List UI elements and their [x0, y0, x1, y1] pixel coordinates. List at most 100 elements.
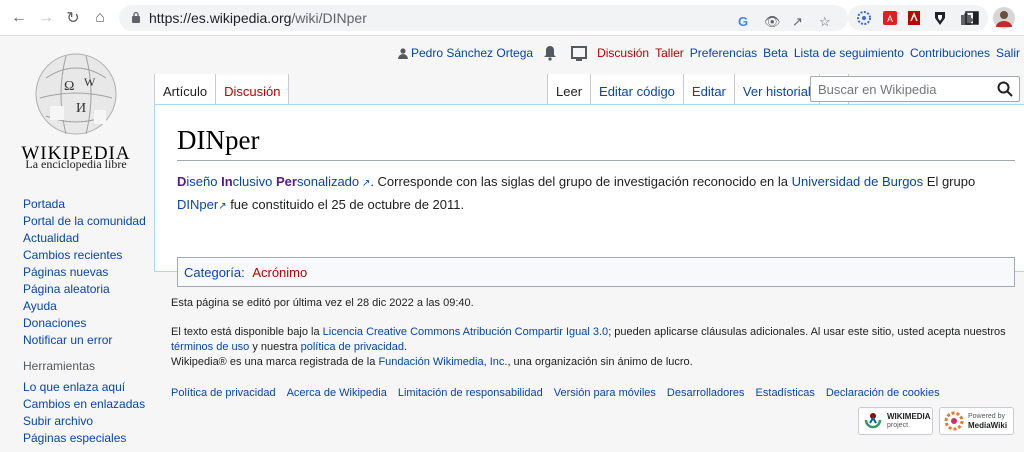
logout-link[interactable]: Salir [996, 46, 1020, 60]
badge1-subtitle: project [887, 422, 909, 429]
license-link[interactable]: Licencia Creative Commons Atribución Com… [323, 326, 609, 338]
wikimedia-foundation-link[interactable]: Fundación Wikimedia, Inc. [378, 356, 507, 368]
sidebar-item-cambios-recientes[interactable]: Cambios recientes [23, 247, 146, 264]
watchlist-link[interactable]: Lista de seguimiento [794, 46, 904, 60]
contributions-link[interactable]: Contribuciones [910, 46, 990, 60]
external-link-icon: ↗ [218, 201, 227, 212]
sidebar-item-portal-comunidad[interactable]: Portal de la comunidad [23, 213, 146, 230]
sidebar-item-donaciones[interactable]: Donaciones [23, 315, 146, 332]
wikipedia-globe-icon[interactable]: Ω W И [26, 48, 126, 140]
google-icon[interactable]: G [738, 14, 748, 29]
sidebar-item-portada[interactable]: Portada [23, 196, 146, 213]
powered-by-mediawiki-badge[interactable]: Powered by MediaWiki [939, 407, 1014, 435]
sidebar-item-paginas-especiales[interactable]: Páginas especiales [23, 430, 146, 447]
lock-icon [132, 11, 140, 23]
pdf-extension-icon[interactable]: A [882, 10, 898, 26]
acrobat-icon[interactable] [906, 10, 922, 26]
article-content: DINper Diseño Inclusivo Personalizado ↗.… [154, 104, 1024, 287]
svg-text:Ω: Ω [64, 79, 74, 94]
sidebar-item-ayuda[interactable]: Ayuda [23, 298, 146, 315]
svg-text:И: И [76, 101, 86, 116]
acronym-external-link[interactable]: Diseño Inclusivo Personalizado [177, 174, 359, 189]
extension-gear-icon[interactable] [856, 10, 872, 26]
wikipedia-page: Ω W И WIKIPEDIA La enciclopedia libre Pe… [0, 36, 1024, 452]
shield-extension-icon[interactable] [932, 10, 948, 26]
footer-badges: WIKIMEDIA project Powered by MediaWiki [858, 407, 1014, 435]
view-tabs: Leer Editar código Editar Ver historial … [547, 74, 850, 104]
acronym-letter-per: Per [276, 174, 297, 189]
footer-link-mobile[interactable]: Versión para móviles [554, 386, 656, 401]
footer-link-cookies[interactable]: Declaración de cookies [826, 386, 940, 401]
category-label-link[interactable]: Categoría: [184, 265, 245, 280]
paragraph-text-2: El grupo [923, 174, 976, 189]
article-paragraph: Diseño Inclusivo Personalizado ↗ . Corres… [177, 171, 1017, 217]
tab-leer[interactable]: Leer [547, 74, 591, 104]
wikimedia-project-badge[interactable]: WIKIMEDIA project [858, 407, 933, 435]
trademark-text-2: , una organización sin ánimo de lucro. [507, 356, 693, 368]
notifications-bell-icon[interactable] [543, 45, 557, 61]
sidebar: Portada Portal de la comunidad Actualida… [23, 196, 146, 447]
user-icon [398, 47, 408, 59]
footer-link-privacy[interactable]: Política de privacidad [171, 386, 276, 401]
search-icon[interactable] [997, 81, 1013, 97]
dinper-external-link[interactable]: DINper [177, 197, 218, 212]
terms-link[interactable]: términos de uso [171, 341, 249, 353]
footer-trademark: Wikipedia® es una marca registrada de la… [171, 355, 1021, 370]
paragraph-text-3: fue constituido el 25 de octubre de 2011… [226, 197, 465, 212]
profile-avatar[interactable] [993, 7, 1015, 29]
sandbox-link[interactable]: Taller [655, 46, 684, 60]
tab-editar[interactable]: Editar [682, 74, 734, 104]
inbox-tray-icon[interactable] [571, 45, 588, 61]
footer-link-stats[interactable]: Estadísticas [756, 386, 815, 401]
wikipedia-tagline: La enciclopedia libre [25, 157, 127, 171]
sidebar-item-cambios-enlazadas[interactable]: Cambios en enlazadas [23, 396, 146, 413]
reload-icon[interactable]: ↻ [62, 7, 84, 29]
footer-link-about[interactable]: Acerca de Wikipedia [287, 386, 387, 401]
page-title: DINper [177, 125, 1015, 161]
side-panel-icon[interactable] [965, 11, 979, 25]
beta-link[interactable]: Beta [763, 46, 788, 60]
user-page-link[interactable]: Pedro Sánchez Ortega [411, 46, 533, 60]
personal-tools: Pedro Sánchez Ortega Discusión Taller Pr… [398, 45, 1020, 61]
acronym-letter-d: D [177, 174, 187, 189]
tab-ver-historial[interactable]: Ver historial [733, 74, 819, 104]
preferences-link[interactable]: Preferencias [690, 46, 757, 60]
tab-editar-codigo[interactable]: Editar código [590, 74, 683, 104]
footer-link-developers[interactable]: Desarrolladores [667, 386, 745, 401]
license-text-1: El texto está disponible bajo la [171, 326, 323, 338]
category-acronimo-link[interactable]: Acrónimo [252, 265, 307, 280]
eye-off-icon[interactable]: 👁 [764, 14, 781, 30]
sidebar-item-actualidad[interactable]: Actualidad [23, 230, 146, 247]
url-text: https://es.wikipedia.org/wiki/DINper [149, 10, 367, 26]
user-talk-link[interactable]: Discusión [597, 46, 649, 60]
sidebar-item-pagina-aleatoria[interactable]: Página aleatoria [23, 281, 146, 298]
bookmark-star-icon[interactable]: ☆ [819, 14, 831, 30]
sidebar-item-lo-que-enlaza[interactable]: Lo que enlaza aquí [23, 379, 146, 396]
tab-discusion[interactable]: Discusión [215, 74, 290, 104]
sidebar-tools-heading: Herramientas [23, 359, 96, 373]
search-box [810, 76, 1020, 102]
tab-articulo[interactable]: Artículo [154, 74, 216, 104]
acronym-rest-3: sonalizado [296, 174, 360, 189]
search-input[interactable] [818, 82, 993, 97]
home-icon[interactable]: ⌂ [89, 7, 111, 29]
footer-links: Política de privacidad Acerca de Wikiped… [171, 386, 1021, 401]
privacy-policy-inline-link[interactable]: política de privacidad [301, 341, 404, 353]
address-bar[interactable]: https://es.wikipedia.org/wiki/DINper G 👁… [119, 5, 848, 31]
university-link[interactable]: Universidad de Burgos [792, 174, 924, 189]
share-icon[interactable]: ↗ [792, 14, 803, 30]
sidebar-item-notificar-error[interactable]: Notificar un error [23, 332, 146, 349]
svg-text:A: A [887, 14, 893, 24]
trademark-text-1: Wikipedia® es una marca registrada de la [171, 356, 379, 368]
forward-arrow-icon[interactable]: → [35, 7, 57, 29]
sidebar-item-subir-archivo[interactable]: Subir archivo [23, 413, 146, 430]
footer-link-disclaimer[interactable]: Limitación de responsabilidad [398, 386, 543, 401]
paragraph-text-1: . Corresponde con las siglas del grupo d… [370, 174, 792, 189]
footer: Esta página se editó por última vez el 2… [171, 296, 1021, 401]
license-text-3: y nuestra [249, 341, 301, 353]
sidebar-item-paginas-nuevas[interactable]: Páginas nuevas [23, 264, 146, 281]
acronym-letter-in: In [221, 174, 233, 189]
mediawiki-flower-icon [944, 411, 964, 431]
browser-toolbar: ← → ↻ ⌂ https://es.wikipedia.org/wiki/DI… [0, 0, 1024, 36]
back-arrow-icon[interactable]: ← [8, 7, 30, 29]
